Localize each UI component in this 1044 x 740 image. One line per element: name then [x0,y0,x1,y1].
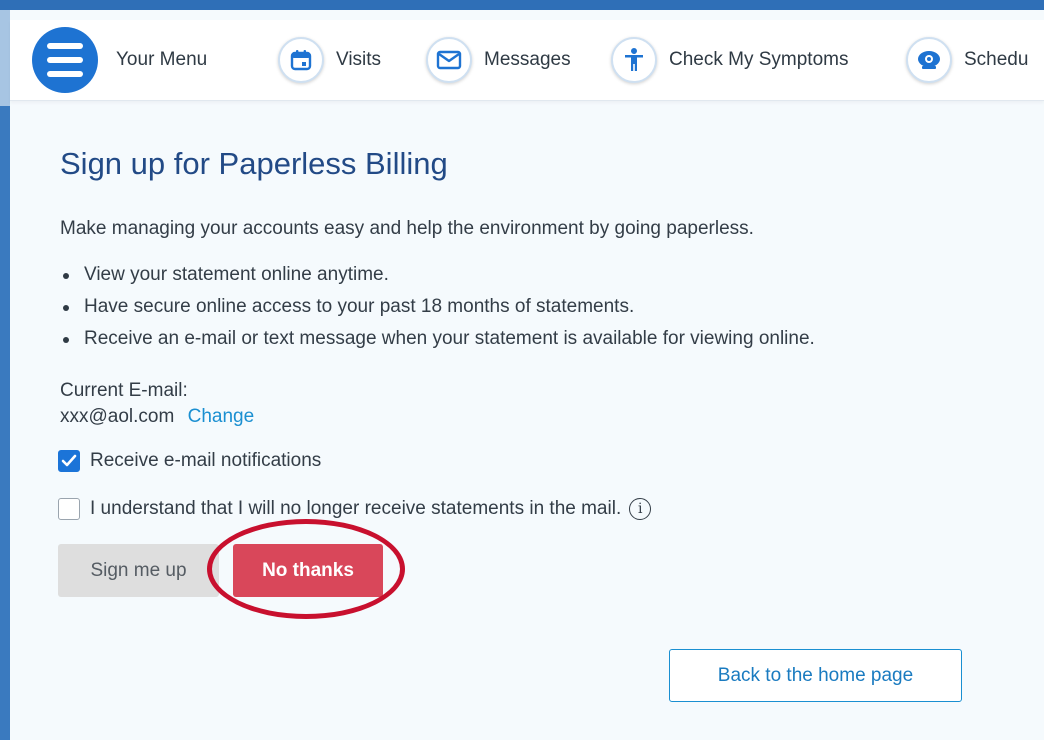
no-mail-ack-label[interactable]: I understand that I will no longer recei… [90,498,621,520]
email-notifications-option[interactable]: Receive e-mail notifications [58,450,321,472]
back-to-home-button[interactable]: Back to the home page [669,649,962,702]
content-area [10,10,1044,740]
video-camera-icon[interactable] [906,37,952,83]
current-email-row: xxx@aol.com Change [60,406,254,428]
list-item: Receive an e-mail or text message when y… [60,326,815,358]
no-thanks-button[interactable]: No thanks [233,544,383,597]
page-frame [0,10,1044,740]
nav-label-visits[interactable]: Visits [336,49,381,71]
top-navigation-bar: Your Menu Visits Messages Check My Sympt… [10,20,1044,101]
info-icon[interactable]: i [629,498,652,520]
calendar-icon[interactable] [278,37,324,83]
envelope-icon[interactable] [426,37,472,83]
benefits-list: View your statement online anytime. Have… [60,262,815,358]
no-mail-ack-option[interactable]: I understand that I will no longer recei… [58,498,652,520]
current-email-value: xxx@aol.com [60,406,175,427]
email-notifications-label[interactable]: Receive e-mail notifications [90,450,321,472]
checkmark-icon [61,454,77,467]
left-rail [0,10,10,740]
nav-label-schedule[interactable]: Schedu [964,49,1028,71]
nav-label-your-menu[interactable]: Your Menu [116,49,207,71]
nav-item-check-symptoms[interactable]: Check My Symptoms [611,20,848,100]
intro-text: Make managing your accounts easy and hel… [60,218,754,239]
nav-item-messages[interactable]: Messages [426,20,571,100]
nav-label-messages[interactable]: Messages [484,49,571,71]
list-item: View your statement online anytime. [60,262,815,294]
top-header-strip [0,0,1044,10]
hamburger-menu-icon[interactable] [32,27,98,93]
nav-item-visits[interactable]: Visits [278,20,381,100]
change-email-link[interactable]: Change [188,406,255,427]
page-title: Sign up for Paperless Billing [60,146,448,181]
nav-item-your-menu[interactable]: Your Menu [32,20,207,100]
email-notifications-checkbox[interactable] [58,450,80,472]
nav-item-schedule[interactable]: Schedu [906,20,1028,100]
sign-me-up-button[interactable]: Sign me up [58,544,219,597]
list-item: Have secure online access to your past 1… [60,294,815,326]
nav-label-check-symptoms[interactable]: Check My Symptoms [669,49,848,71]
person-icon[interactable] [611,37,657,83]
no-mail-ack-checkbox[interactable] [58,498,80,520]
current-email-label: Current E-mail: [60,380,188,401]
